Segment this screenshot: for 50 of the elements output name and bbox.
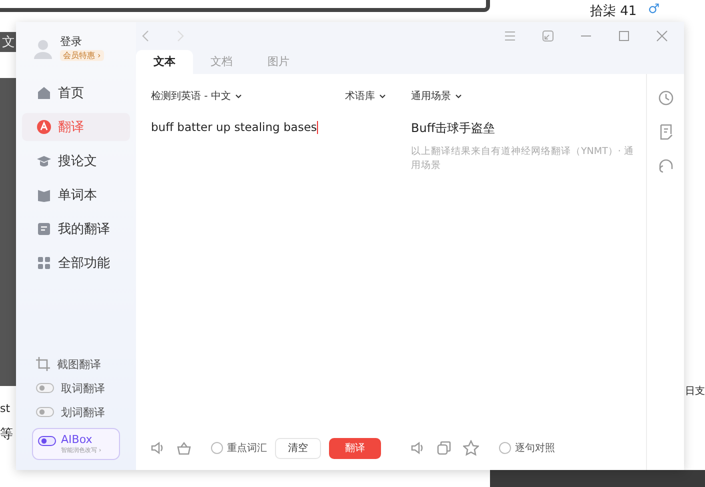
sidebar-item[interactable]: 我的翻译 [22, 215, 130, 243]
key-vocab-checkbox[interactable]: 重点词汇 [211, 441, 267, 455]
basket-icon[interactable] [177, 441, 191, 455]
back-icon[interactable] [142, 30, 150, 42]
headset-icon[interactable] [658, 158, 674, 174]
window-icon[interactable] [542, 30, 554, 42]
sidebar-item[interactable]: 全部功能 [22, 249, 130, 277]
menu-icon[interactable] [504, 31, 516, 41]
language-dropdown[interactable]: 检测到英语 - 中文 [151, 89, 242, 103]
translation-text: Buff击球手盗垒 [411, 120, 496, 137]
translate-button[interactable]: 翻译 [329, 438, 381, 458]
chevron-down-icon [379, 94, 386, 98]
sidebar-tool[interactable]: 取词翻译 [16, 376, 136, 400]
background-text: 拾柒 41 [590, 3, 637, 20]
book-icon [37, 188, 51, 202]
clear-button[interactable]: 清空 [275, 438, 321, 458]
close-icon[interactable] [656, 30, 668, 42]
glossary-dropdown[interactable]: 术语库 [345, 89, 386, 103]
history-icon[interactable] [658, 90, 674, 106]
note-icon[interactable] [658, 124, 674, 140]
sidebar-item[interactable]: 单词本 [22, 181, 130, 209]
aibox-label: AIBox [61, 433, 94, 446]
crop-icon [36, 357, 50, 371]
chevron-down-icon [455, 94, 462, 98]
graduation-cap-icon [37, 154, 51, 168]
sentence-compare-checkbox[interactable]: 逐句对照 [499, 441, 555, 455]
sidebar-tool[interactable]: 截图翻译 [16, 352, 136, 376]
sidebar-item[interactable]: 首页 [22, 79, 130, 107]
background-text: 文 [0, 32, 17, 52]
speaker-icon[interactable] [411, 441, 425, 455]
translation-note: 以上翻译结果来自有道神经网络翻译（YNMT）· 通用场景 [411, 145, 635, 174]
background-text: 日支 [685, 384, 705, 398]
copy-icon[interactable] [437, 441, 451, 455]
sidebar-tool[interactable]: 划词翻译 [16, 400, 136, 424]
login-link[interactable]: 登录 [60, 34, 104, 49]
chevron-down-icon [234, 94, 242, 98]
sidebar-item[interactable]: 搜论文 [22, 147, 130, 175]
star-icon[interactable] [463, 440, 479, 456]
background-text: ♂ [648, 2, 660, 17]
background-text: st [0, 402, 10, 415]
document-icon [37, 222, 51, 236]
maximize-icon[interactable] [618, 30, 630, 42]
grid-icon [37, 256, 51, 270]
translate-icon [37, 120, 51, 134]
speaker-icon[interactable] [151, 441, 165, 455]
scene-dropdown[interactable]: 通用场景 [411, 89, 462, 103]
home-icon [37, 86, 51, 100]
source-text-field[interactable]: buff batter up stealing bases [151, 120, 386, 134]
tab[interactable]: 文本 [136, 50, 193, 74]
background-text: 等 [0, 426, 13, 443]
